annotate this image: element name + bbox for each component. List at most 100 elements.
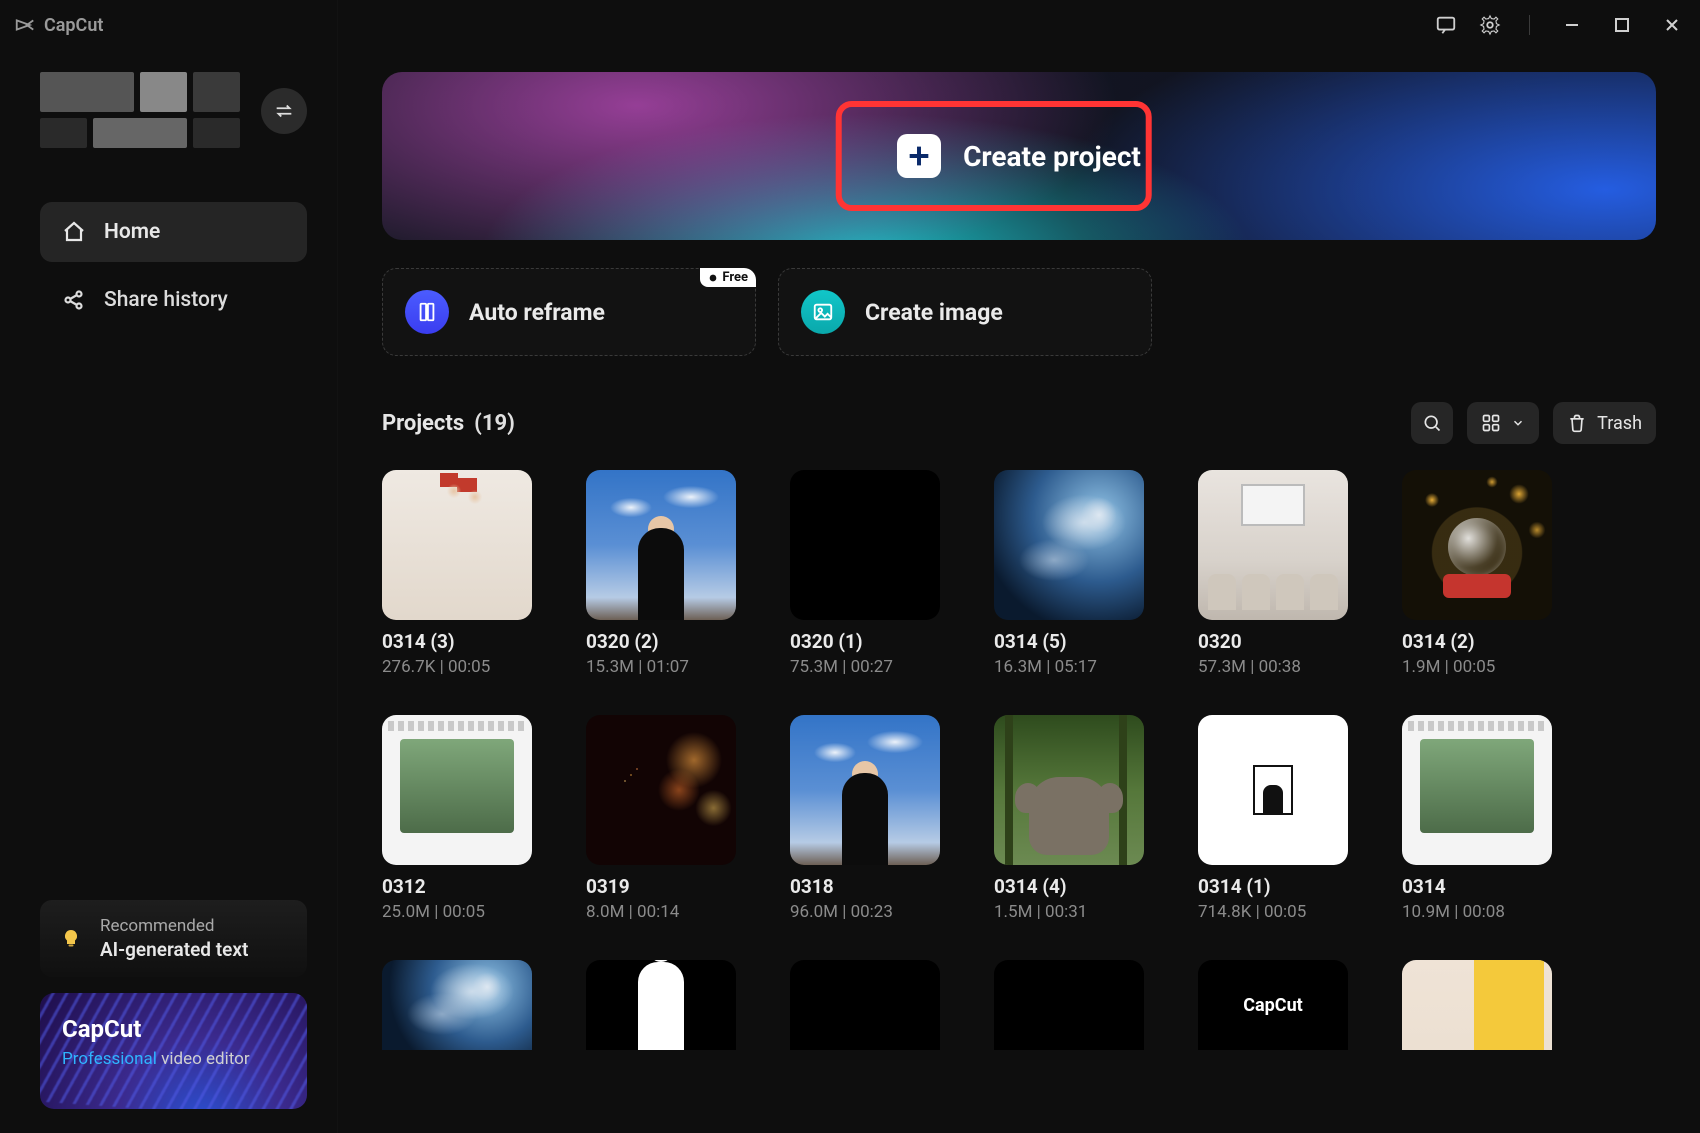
maximize-icon	[1614, 17, 1630, 33]
settings-button[interactable]	[1479, 14, 1501, 36]
project-thumbnail	[994, 470, 1144, 620]
grid-icon	[1481, 413, 1501, 433]
profile-row	[40, 72, 307, 150]
recommended-title: AI-generated text	[100, 938, 248, 961]
project-card[interactable]	[1402, 960, 1552, 1050]
project-card[interactable]: 0320 (1) 75.3M | 00:27	[790, 470, 940, 677]
gear-icon	[1479, 14, 1501, 36]
project-card[interactable]	[994, 960, 1144, 1050]
window-close-button[interactable]	[1658, 11, 1686, 39]
projects-grid: 0314 (3) 276.7K | 00:05 0320 (2) 15.3M |…	[382, 470, 1656, 1050]
project-thumbnail	[790, 960, 940, 1050]
projects-title: Projects	[382, 411, 464, 436]
project-thumbnail	[382, 715, 532, 865]
create-project-label: Create project	[963, 140, 1141, 173]
project-title: 0320 (2)	[586, 630, 736, 653]
free-badge: Free	[700, 268, 756, 287]
trash-icon	[1567, 413, 1587, 433]
project-thumbnail	[1402, 715, 1552, 865]
project-card[interactable]: 0318 96.0M | 00:23	[790, 715, 940, 922]
plus-icon	[897, 134, 941, 178]
sidebar-nav: Home Share history	[40, 202, 307, 330]
project-thumbnail	[790, 470, 940, 620]
app-brand: CapCut	[14, 14, 103, 36]
project-title: 0314 (5)	[994, 630, 1144, 653]
project-card[interactable]: 0319 8.0M | 00:14	[586, 715, 736, 922]
profile-placeholder[interactable]	[40, 72, 240, 150]
notifications-button[interactable]	[1435, 14, 1457, 36]
project-card[interactable]: 0314 (1) 714.8K | 00:05	[1198, 715, 1348, 922]
project-title: 0314 (3)	[382, 630, 532, 653]
project-card[interactable]	[790, 960, 940, 1050]
project-thumbnail	[586, 715, 736, 865]
capcut-logo-icon	[14, 14, 36, 36]
tool-label: Auto reframe	[469, 299, 605, 326]
search-icon	[1422, 413, 1442, 433]
trash-button[interactable]: Trash	[1553, 402, 1656, 444]
dot-icon	[708, 273, 718, 283]
sidebar-item-label: Home	[104, 220, 160, 244]
project-title: 0312	[382, 875, 532, 898]
project-card[interactable]: 0314 10.9M | 00:08	[1402, 715, 1552, 922]
sidebar-item-home[interactable]: Home	[40, 202, 307, 262]
project-meta: 25.0M | 00:05	[382, 902, 532, 922]
project-card[interactable]	[382, 960, 532, 1050]
swap-account-button[interactable]	[261, 88, 307, 134]
project-meta: 15.3M | 01:07	[586, 657, 736, 677]
project-thumbnail	[1402, 960, 1552, 1050]
project-meta: 10.9M | 00:08	[1402, 902, 1552, 922]
sidebar-item-share-history[interactable]: Share history	[40, 270, 307, 330]
window-minimize-button[interactable]	[1558, 11, 1586, 39]
project-thumbnail	[586, 470, 736, 620]
window-maximize-button[interactable]	[1608, 11, 1636, 39]
share-icon	[62, 288, 86, 312]
home-icon	[62, 220, 86, 244]
lightbulb-icon	[58, 926, 84, 952]
project-card[interactable]: 0314 (2) 1.9M | 00:05	[1402, 470, 1552, 677]
recommended-card[interactable]: Recommended AI-generated text	[40, 900, 307, 977]
promo-card[interactable]: CapCut Professional video editor	[40, 993, 307, 1109]
project-card[interactable]: 0320 57.3M | 00:38	[1198, 470, 1348, 677]
project-card[interactable]: 0314 (3) 276.7K | 00:05	[382, 470, 532, 677]
tool-label: Create image	[865, 299, 1003, 326]
titlebar: CapCut	[0, 0, 1700, 50]
project-meta: 96.0M | 00:23	[790, 902, 940, 922]
project-thumbnail	[1198, 715, 1348, 865]
create-project-hero[interactable]: Create project	[382, 72, 1656, 240]
project-meta: 714.8K | 00:05	[1198, 902, 1348, 922]
view-mode-button[interactable]	[1467, 402, 1539, 444]
auto-reframe-tool[interactable]: Free Auto reframe	[382, 268, 756, 356]
project-title: 0314 (1)	[1198, 875, 1348, 898]
project-meta: 8.0M | 00:14	[586, 902, 736, 922]
project-thumbnail	[382, 960, 532, 1050]
create-image-tool[interactable]: Create image	[778, 268, 1152, 356]
project-thumbnail: CapCut	[1198, 960, 1348, 1050]
project-title: 0318	[790, 875, 940, 898]
project-thumbnail	[790, 715, 940, 865]
project-card[interactable]: 0314 (5) 16.3M | 05:17	[994, 470, 1144, 677]
project-title: 0314	[1402, 875, 1552, 898]
project-thumbnail	[586, 960, 736, 1050]
promo-subtitle: Professional video editor	[62, 1049, 285, 1069]
search-projects-button[interactable]	[1411, 402, 1453, 444]
project-title: 0320 (1)	[790, 630, 940, 653]
project-card[interactable]: 0320 (2) 15.3M | 01:07	[586, 470, 736, 677]
titlebar-divider	[1529, 15, 1530, 35]
project-card[interactable]	[586, 960, 736, 1050]
trash-label: Trash	[1597, 413, 1642, 434]
auto-reframe-icon	[405, 290, 449, 334]
recommended-label: Recommended	[100, 916, 248, 936]
main-content: Create project Free Auto reframe Create …	[338, 0, 1700, 1133]
project-card[interactable]: 0312 25.0M | 00:05	[382, 715, 532, 922]
sidebar-item-label: Share history	[104, 288, 228, 312]
project-thumbnail	[382, 470, 532, 620]
project-card[interactable]: CapCut	[1198, 960, 1348, 1050]
project-card[interactable]: 0314 (4) 1.5M | 00:31	[994, 715, 1144, 922]
minimize-icon	[1563, 16, 1581, 34]
project-thumbnail	[994, 715, 1144, 865]
projects-count: (19)	[474, 411, 515, 436]
project-title: 0320	[1198, 630, 1348, 653]
project-thumbnail	[1198, 470, 1348, 620]
project-title: 0319	[586, 875, 736, 898]
project-title: 0314 (4)	[994, 875, 1144, 898]
